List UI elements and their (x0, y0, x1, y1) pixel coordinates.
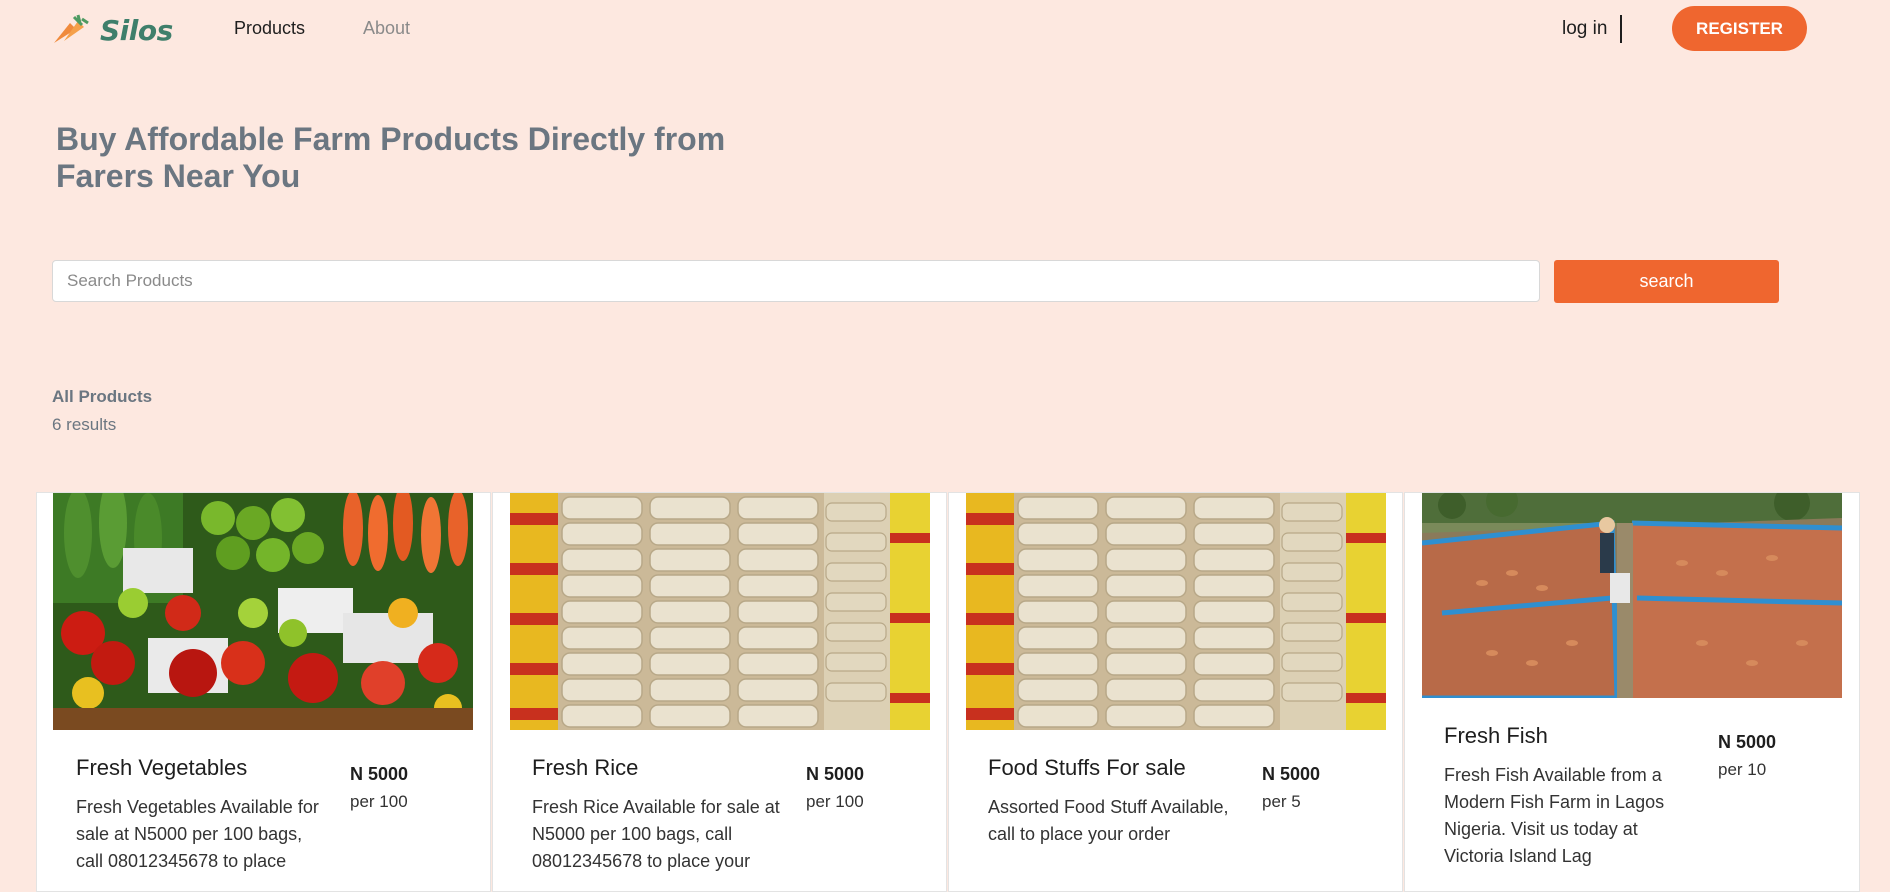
nav-about-link[interactable]: About (363, 18, 410, 39)
product-description: Assorted Food Stuff Available, call to p… (988, 797, 1229, 844)
hero-title-line1: Buy Affordable Farm Products Directly fr… (56, 121, 726, 157)
product-description: Fresh Vegetables Available for sale at N… (76, 797, 319, 871)
hero-title-line2: Farers Near You (56, 158, 301, 194)
nav-products-link[interactable]: Products (234, 18, 305, 39)
carrot-logo-icon (54, 14, 89, 43)
product-description: Fresh Fish Available from a Modern Fish … (1444, 765, 1665, 866)
product-price: N 5000 (806, 764, 865, 784)
brand-logo[interactable]: Silos (52, 12, 173, 48)
product-unit: per 10 (1718, 760, 1767, 779)
product-card[interactable]: Fresh Vegetables N 5000 per 100 Fresh Ve… (36, 492, 491, 892)
search-button[interactable]: search (1554, 260, 1779, 303)
product-unit: per 100 (350, 792, 408, 811)
product-title[interactable]: Fresh Fish (1444, 723, 1548, 749)
hero-title: Buy Affordable Farm Products Directly fr… (56, 121, 776, 195)
product-image-fish-farm[interactable] (1422, 493, 1842, 698)
register-button[interactable]: REGISTER (1672, 6, 1807, 51)
product-image-rice[interactable] (510, 493, 930, 730)
product-card[interactable]: Fresh Rice N 5000 per 100 Fresh Rice Ava… (492, 492, 947, 892)
product-title[interactable]: Fresh Vegetables (76, 755, 247, 781)
nav-divider (1620, 15, 1622, 43)
results-count: 6 results (52, 415, 117, 434)
product-card[interactable]: Food Stuffs For sale N 5000 per 5 Assort… (948, 492, 1403, 892)
login-link[interactable]: log in (1562, 18, 1607, 40)
product-title[interactable]: Food Stuffs For sale (988, 755, 1186, 781)
product-image-rice[interactable] (966, 493, 1386, 730)
search-input[interactable] (52, 260, 1540, 302)
product-unit: per 5 (1262, 792, 1301, 811)
product-description: Fresh Rice Available for sale at N5000 p… (532, 797, 780, 871)
product-price: N 5000 (1262, 764, 1321, 784)
product-title[interactable]: Fresh Rice (532, 755, 638, 781)
product-unit: per 100 (806, 792, 864, 811)
product-price: N 5000 (1718, 732, 1777, 752)
product-card[interactable]: Fresh Fish N 5000 per 10 Fresh Fish Avai… (1404, 492, 1860, 892)
brand-name: Silos (100, 13, 173, 47)
product-image-vegetables[interactable] (53, 493, 473, 730)
results-title: All Products (52, 387, 153, 406)
product-price: N 5000 (350, 764, 409, 784)
